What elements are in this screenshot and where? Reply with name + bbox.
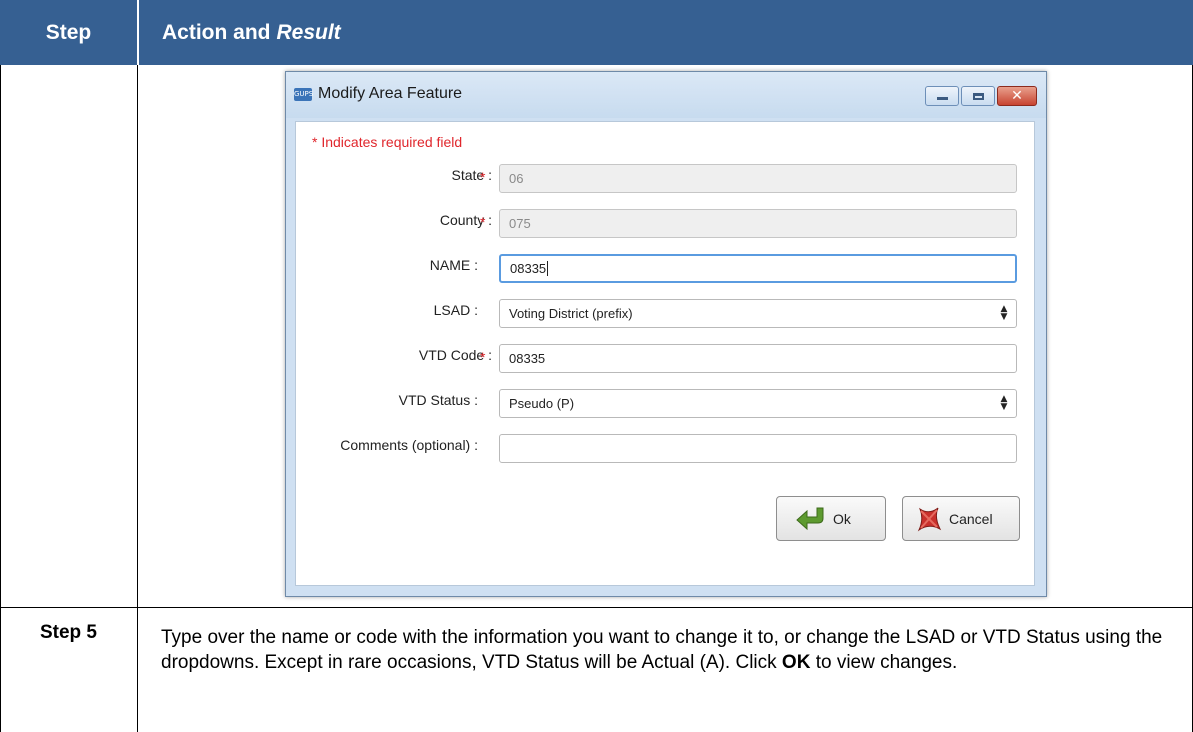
- county-required-marker: *: [480, 214, 486, 230]
- dialog-titlebar[interactable]: GUPS Modify Area Feature ✕: [286, 72, 1046, 118]
- select-arrows-icon: ▲ ▼: [1000, 304, 1008, 322]
- lsad-value: Voting District (prefix): [509, 306, 633, 321]
- description-text-end: to view changes.: [810, 652, 958, 673]
- header-action-label: Action and: [162, 20, 271, 44]
- header-result-label: Result: [276, 20, 341, 44]
- vtd-status-label: VTD Status :: [398, 392, 478, 408]
- cancel-x-icon: [917, 507, 942, 531]
- close-button[interactable]: ✕: [997, 86, 1037, 106]
- state-label: State :: [451, 167, 492, 183]
- lsad-label: LSAD :: [433, 302, 478, 318]
- cancel-label: Cancel: [949, 510, 993, 527]
- app-icon: GUPS: [294, 88, 313, 101]
- vtd-code-value: 08335: [509, 351, 546, 366]
- maximize-button[interactable]: [961, 86, 995, 106]
- comments-field[interactable]: [499, 434, 1017, 463]
- window-controls: ✕: [923, 86, 1037, 106]
- minimize-button[interactable]: [925, 86, 959, 106]
- step-number: Step 5: [39, 622, 98, 643]
- vtd-status-value: Pseudo (P): [509, 396, 575, 411]
- state-required-marker: *: [480, 169, 486, 185]
- header-divider: [137, 0, 139, 65]
- ok-label: Ok: [833, 510, 851, 527]
- dialog-title: Modify Area Feature: [318, 85, 463, 102]
- modify-area-feature-dialog: GUPS Modify Area Feature ✕ * Indicates r…: [285, 71, 1047, 597]
- maximize-icon: [972, 92, 984, 100]
- close-icon: ✕: [1011, 88, 1023, 104]
- county-value: 075: [509, 216, 531, 231]
- step-cell: Step 5: [0, 607, 137, 732]
- dialog-content: * Indicates required field State : * 06 …: [295, 121, 1035, 586]
- select-arrows-icon: ▲ ▼: [1000, 394, 1008, 412]
- description-ok-bold: OK: [781, 652, 811, 673]
- name-label: NAME :: [429, 257, 478, 273]
- name-value: 08335: [510, 261, 547, 276]
- vtd-status-select[interactable]: Pseudo (P) ▲ ▼: [499, 389, 1017, 418]
- table-header: Step Action and Result: [0, 0, 1193, 65]
- description-text: Type over the name or code with the info…: [161, 627, 1163, 673]
- header-step-label: Step: [45, 20, 92, 44]
- enter-arrow-icon: [796, 507, 824, 530]
- county-field[interactable]: 075: [499, 209, 1017, 238]
- header-step: Step: [0, 0, 137, 65]
- ok-button[interactable]: Ok: [776, 496, 886, 541]
- vtd-code-field[interactable]: 08335: [499, 344, 1017, 373]
- required-field-note: * Indicates required field: [312, 134, 463, 150]
- state-field[interactable]: 06: [499, 164, 1017, 193]
- lsad-select[interactable]: Voting District (prefix) ▲ ▼: [499, 299, 1017, 328]
- step-description: Type over the name or code with the info…: [161, 625, 1171, 675]
- vtd-code-required-marker: *: [480, 349, 486, 365]
- header-action: Action and Result: [162, 0, 341, 65]
- cancel-button[interactable]: Cancel: [902, 496, 1020, 541]
- name-field[interactable]: 08335: [499, 254, 1017, 283]
- table-row-divider: [0, 607, 1193, 608]
- table-column-divider: [137, 65, 138, 732]
- text-caret: [547, 261, 549, 276]
- state-value: 06: [509, 171, 524, 186]
- minimize-icon: [936, 97, 948, 100]
- comments-label: Comments (optional) :: [340, 437, 478, 453]
